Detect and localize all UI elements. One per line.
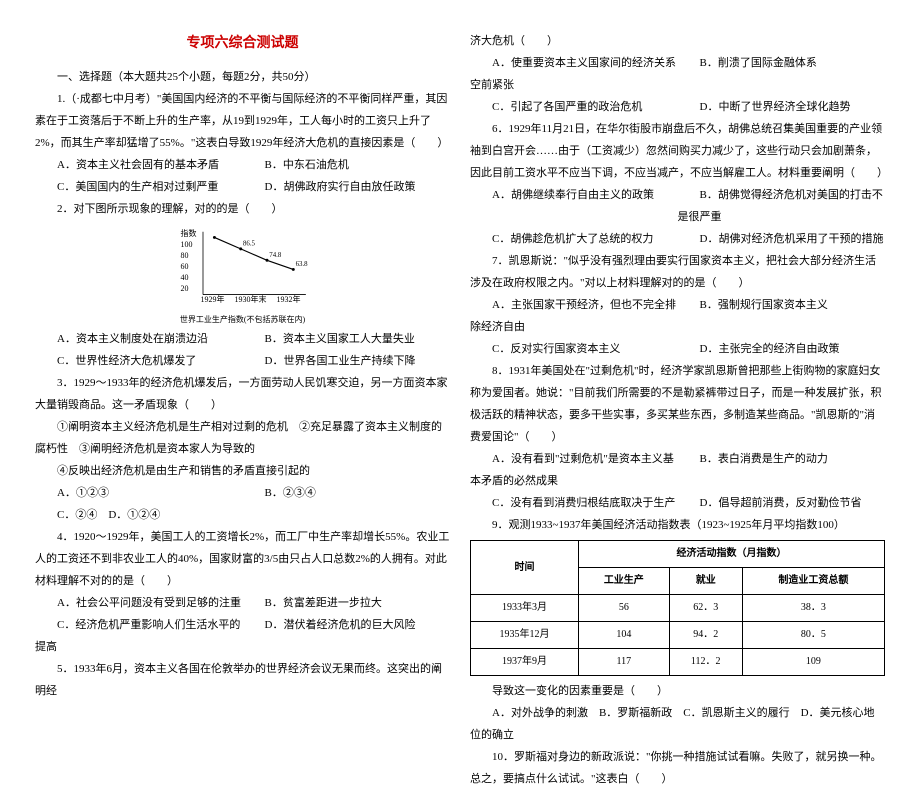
q4-opt-c: C．经济危机严重影响人们生活水平的提高	[35, 614, 243, 658]
chart: 指数 100 80 60 40 20 86.5 74.8 63.8 1929年 …	[173, 226, 313, 306]
left-column: 专项六综合测试题 一、选择题（本大题共25个小题，每题2分，共50分） 1.（·…	[35, 30, 450, 790]
q1-opt-b: B．中东石油危机	[243, 154, 451, 176]
q4-stem: 4．1920～1929年，美国工人的工资增长2%，而工厂中生产率却增长55%。农…	[35, 526, 450, 592]
q2-opt-a: A．资本主义制度处在崩溃边沿	[35, 328, 243, 350]
cell: 109	[742, 649, 884, 676]
ytick: 40	[181, 274, 197, 282]
chart-ylabel: 指数	[181, 230, 197, 238]
cell: 94．2	[669, 622, 742, 649]
chart-caption: 世界工业生产指数(不包括苏联在内)	[35, 312, 450, 328]
q5-stem: 5．1933年6月，资本主义各国在伦敦举办的世界经济会议无果而终。这突出的阐明经	[35, 658, 450, 702]
xtick: 1932年	[277, 292, 301, 308]
q4-opt-a: A．社会公平问题没有受到足够的注重	[35, 592, 243, 614]
page: 专项六综合测试题 一、选择题（本大题共25个小题，每题2分，共50分） 1.（·…	[0, 0, 920, 800]
cell: 56	[578, 595, 669, 622]
data-table: 时间 经济活动指数（月指数） 工业生产 就业 制造业工资总额 1933年3月 5…	[470, 540, 885, 676]
q7-opt-a: A．主张国家干预经济，但也不完全排除经济自由	[470, 294, 678, 338]
q2-options: A．资本主义制度处在崩溃边沿 B．资本主义国家工人大量失业 C．世界性经济大危机…	[35, 328, 450, 372]
q1-options: A．资本主义社会固有的基本矛盾 B．中东石油危机 C．美国国内的生产相对过剩严重…	[35, 154, 450, 198]
svg-text:74.8: 74.8	[269, 252, 282, 259]
q6-opt-d: D．胡佛对经济危机采用了干预的措施	[678, 228, 886, 250]
q5-opt-a: A．使重要资本主义国家间的经济关系空前紧张	[470, 52, 678, 96]
q5-cont: 济大危机（ ）	[470, 30, 885, 52]
q6-opt-a: A．胡佛继续奉行自由主义的政策	[470, 184, 678, 228]
xtick: 1929年	[201, 292, 225, 308]
q6-stem: 6．1929年11月21日，在华尔街股市崩盘后不久，胡佛总统召集美国重要的产业领…	[470, 118, 885, 184]
q5-options: A．使重要资本主义国家间的经济关系空前紧张 B．削溃了国际金融体系 C．引起了各…	[470, 52, 885, 118]
q3-sub2: ④反映出经济危机是由生产和销售的矛盾直接引起的	[35, 460, 450, 482]
cell: 62．3	[669, 595, 742, 622]
q2-opt-b: B．资本主义国家工人大量失业	[243, 328, 451, 350]
svg-text:86.5: 86.5	[243, 240, 256, 247]
q9-stem: 9．观测1933~1937年美国经济活动指数表（1923~1925年月平均指数1…	[470, 514, 885, 536]
q7-opt-b: B．强制规行国家资本主义	[678, 294, 886, 338]
q3-opt-b: B．②③④	[243, 482, 451, 504]
th-s1: 工业生产	[578, 568, 669, 595]
cell: 1933年3月	[471, 595, 579, 622]
q1-opt-a: A．资本主义社会固有的基本矛盾	[35, 154, 243, 176]
q4-opt-d: D．潜伏着经济危机的巨大风险	[243, 614, 451, 658]
cell: 112．2	[669, 649, 742, 676]
q3-opt-a: A．①②③	[35, 482, 243, 504]
section-heading: 一、选择题（本大题共25个小题，每题2分，共50分）	[35, 66, 450, 88]
q2-opt-d: D．世界各国工业生产持续下降	[243, 350, 451, 372]
q6-opt-c: C．胡佛趁危机扩大了总统的权力	[470, 228, 678, 250]
table-header-row: 时间 经济活动指数（月指数）	[471, 541, 885, 568]
ytick: 60	[181, 263, 197, 271]
table-row: 1937年9月 117 112．2 109	[471, 649, 885, 676]
q3-stem: 3．1929～1933年的经济危机爆发后，一方面劳动人民饥寒交迫，另一方面资本家…	[35, 372, 450, 416]
q8-options: A．没有看到"过剩危机"是资本主义基本矛盾的必然成果 B．表白消费是生产的动力 …	[470, 448, 885, 514]
cell: 117	[578, 649, 669, 676]
q1-stem: 1.（·成都七中月考）"美国国内经济的不平衡与国际经济的不平衡同样严重，其因素在…	[35, 88, 450, 154]
q8-opt-b: B．表白消费是生产的动力	[678, 448, 886, 492]
q5-opt-c: C．引起了各国严重的政治危机	[470, 96, 678, 118]
table-row: 1935年12月 104 94．2 80．5	[471, 622, 885, 649]
q2-opt-c: C．世界性经济大危机爆发了	[35, 350, 243, 372]
q3-opt-c: C．②④ D．①②④	[35, 504, 243, 526]
q8-opt-d: D．倡导超前消费，反对勤俭节省	[678, 492, 886, 514]
th-s2: 就业	[669, 568, 742, 595]
q7-stem: 7．凯恩斯说："似乎没有强烈理由要实行国家资本主义，把社会大部分经济生活涉及在政…	[470, 250, 885, 294]
q10-stem: 10．罗斯福对身边的新政派说："你挑一种措施试试看嘛。失败了，就另换一种。总之，…	[470, 746, 885, 790]
xtick: 1930年末	[235, 292, 267, 308]
ytick: 20	[181, 285, 197, 293]
th-s3: 制造业工资总额	[742, 568, 884, 595]
q9-opts: A．对外战争的刺激 B．罗斯福新政 C．凯恩斯主义的履行 D．美元核心地位的确立	[470, 702, 885, 746]
q8-opt-a: A．没有看到"过剩危机"是资本主义基本矛盾的必然成果	[470, 448, 678, 492]
q4-options: A．社会公平问题没有受到足够的注重 B．贫富差距进一步拉大 C．经济危机严重影响…	[35, 592, 450, 658]
q5-opt-b: B．削溃了国际金融体系	[678, 52, 886, 96]
cell: 1937年9月	[471, 649, 579, 676]
cell: 1935年12月	[471, 622, 579, 649]
cell: 80．5	[742, 622, 884, 649]
q9-tail: 导致这一变化的因素重要是（ ）	[470, 680, 885, 702]
q1-opt-c: C．美国国内的生产相对过剩严重	[35, 176, 243, 198]
q6-options: A．胡佛继续奉行自由主义的政策 B．胡佛觉得经济危机对美国的打击不是很严重 C．…	[470, 184, 885, 250]
q5-opt-d: D．中断了世界经济全球化趋势	[678, 96, 886, 118]
ytick: 80	[181, 252, 197, 260]
q4-opt-b: B．贫富差距进一步拉大	[243, 592, 451, 614]
doc-title: 专项六综合测试题	[35, 30, 450, 58]
q2-stem: 2．对下图所示现象的理解，对的的是（ ）	[35, 198, 450, 220]
chart-x-ticks: 1929年 1930年末 1932年	[201, 292, 301, 308]
q1-opt-d: D．胡佛政府实行自由放任政策	[243, 176, 451, 198]
chart-y-ticks: 指数 100 80 60 40 20	[181, 230, 197, 293]
th-time: 时间	[471, 541, 579, 595]
q7-opt-d: D．主张完全的经济自由政策	[678, 338, 886, 360]
ytick: 100	[181, 241, 197, 249]
q7-opt-c: C．反对实行国家资本主义	[470, 338, 678, 360]
q8-opt-c: C．没有看到消费归根结底取决于生产	[470, 492, 678, 514]
cell: 38．3	[742, 595, 884, 622]
svg-text:63.8: 63.8	[295, 261, 308, 268]
th-index: 经济活动指数（月指数）	[578, 541, 884, 568]
q6-opt-b: B．胡佛觉得经济危机对美国的打击不是很严重	[678, 184, 886, 228]
cell: 104	[578, 622, 669, 649]
q8-stem: 8．1931年美国处在"过剩危机"时，经济学家凯恩斯曾把那些上街购物的家庭妇女称…	[470, 360, 885, 448]
q3-sub1: ①阐明资本主义经济危机是生产相对过剩的危机 ②充足暴露了资本主义制度的腐朽性 ③…	[35, 416, 450, 460]
right-column: 济大危机（ ） A．使重要资本主义国家间的经济关系空前紧张 B．削溃了国际金融体…	[470, 30, 885, 790]
q7-options: A．主张国家干预经济，但也不完全排除经济自由 B．强制规行国家资本主义 C．反对…	[470, 294, 885, 360]
table-row: 1933年3月 56 62．3 38．3	[471, 595, 885, 622]
q3-options: A．①②③ B．②③④ C．②④ D．①②④	[35, 482, 450, 526]
